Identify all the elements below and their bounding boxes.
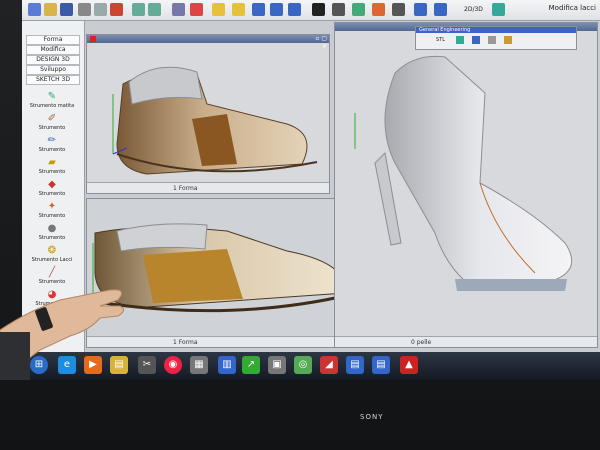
view-icon[interactable] (332, 3, 345, 16)
viewport-label: 1 Forma (173, 185, 198, 192)
tool-shape[interactable]: ✦ Strumento (26, 201, 78, 223)
tool-marker[interactable]: ▰ Strumento (26, 157, 78, 179)
sketch-icon[interactable] (212, 3, 225, 16)
mode-label[interactable]: 2D/3D (464, 6, 483, 13)
arrow-icon[interactable] (414, 3, 427, 16)
window-icon (90, 36, 96, 42)
camera-app-icon[interactable]: ◎ (294, 356, 312, 374)
app-icon[interactable]: ▤ (372, 356, 390, 374)
redo-icon[interactable] (148, 3, 161, 16)
shoe-icon[interactable] (456, 36, 464, 44)
tool-app-icon[interactable]: ✂ (138, 356, 156, 374)
open-folder-icon[interactable] (44, 3, 57, 16)
tool-blob[interactable]: ● Strumento (26, 223, 78, 245)
app-icon[interactable]: ▲ (400, 356, 418, 374)
menu-design3d[interactable]: DESIGN 3D (26, 55, 80, 65)
zoom-icon[interactable] (434, 3, 447, 16)
app-icon[interactable]: ▥ (218, 356, 236, 374)
presenter-hand (0, 289, 124, 380)
window-icon[interactable] (288, 3, 301, 16)
app-icon[interactable]: ▦ (190, 356, 208, 374)
floating-toolbar[interactable]: General Engineering STL (415, 26, 577, 50)
render-icon[interactable] (352, 3, 365, 16)
layer-icon[interactable] (472, 36, 480, 44)
menu-sviluppo[interactable]: Sviluppo (26, 65, 80, 75)
viewport-statusbar: 0 pelle (335, 336, 597, 347)
mark-icon[interactable] (232, 3, 245, 16)
menu-forma[interactable]: Forma (26, 35, 80, 45)
page-icon[interactable] (488, 36, 496, 44)
tv-brand-logo: SONY (360, 413, 384, 421)
copy-icon[interactable] (94, 3, 107, 16)
undo-icon[interactable] (132, 3, 145, 16)
shoe-icon[interactable] (492, 3, 505, 16)
blob-icon: ● (47, 223, 57, 234)
lock-icon[interactable] (504, 36, 512, 44)
delete-icon[interactable] (110, 3, 123, 16)
grid-icon[interactable] (252, 3, 265, 16)
shoe-app-icon[interactable]: ◢ (320, 356, 338, 374)
chrome-icon[interactable]: ◉ (164, 356, 182, 374)
tool-pen[interactable]: ✏ Strumento (26, 135, 78, 157)
viewport-statusbar: 1 Forma (87, 182, 329, 193)
floating-toolbar-title: General Engineering (416, 27, 576, 33)
tool-brush[interactable]: ✐ Strumento (26, 113, 78, 135)
stl-export-button[interactable]: STL (436, 37, 445, 43)
pencil-icon: ✎ (47, 91, 57, 102)
main-toolbar: 2D/3D Modifica lacci (22, 0, 600, 21)
cut-icon[interactable] (78, 3, 91, 16)
sneaker-model (112, 66, 318, 175)
marker-icon: ▰ (48, 157, 56, 168)
pen-icon: ✏ (47, 135, 57, 146)
align-icon[interactable] (172, 3, 185, 16)
camera-icon[interactable] (312, 3, 325, 16)
tool-icon[interactable] (372, 3, 385, 16)
viewport-sneaker-top[interactable]: ▫ ▢ ✕ 1 Forma (86, 34, 330, 194)
menu-modifica[interactable]: Modifica (26, 45, 80, 55)
brush-icon: ✐ (47, 113, 57, 124)
viewport-titlebar (87, 35, 329, 43)
tool-matita[interactable]: ✎ Strumento matita (26, 91, 78, 113)
tool-eraser[interactable]: ◆ Strumento (26, 179, 78, 201)
viewport-boot[interactable]: 0 pelle (334, 22, 598, 348)
menu-sketch3d[interactable]: SKETCH 3D (26, 75, 80, 85)
save-icon[interactable] (60, 3, 73, 16)
app-icon[interactable]: ▤ (346, 356, 364, 374)
tool-lacci[interactable]: ❂ Strumento Lacci (26, 245, 78, 267)
viewport-label: 0 pelle (411, 339, 432, 346)
eraser-icon: ◆ (48, 179, 56, 190)
chart-app-icon[interactable]: ↗ (242, 356, 260, 374)
viewport-label: 1 Forma (173, 339, 198, 346)
new-file-icon[interactable] (28, 3, 41, 16)
measure-icon[interactable] (190, 3, 203, 16)
high-heel-boot-model (354, 55, 573, 291)
window-controls-icon[interactable]: ▫ ▢ ✕ (309, 35, 327, 50)
app-icon[interactable]: ▣ (268, 356, 286, 374)
layout-icon[interactable] (270, 3, 283, 16)
settings-icon[interactable] (392, 3, 405, 16)
modifica-lacci-button[interactable]: Modifica lacci (549, 4, 596, 12)
lace-icon: ❂ (47, 245, 57, 256)
shape-icon: ✦ (47, 201, 57, 212)
